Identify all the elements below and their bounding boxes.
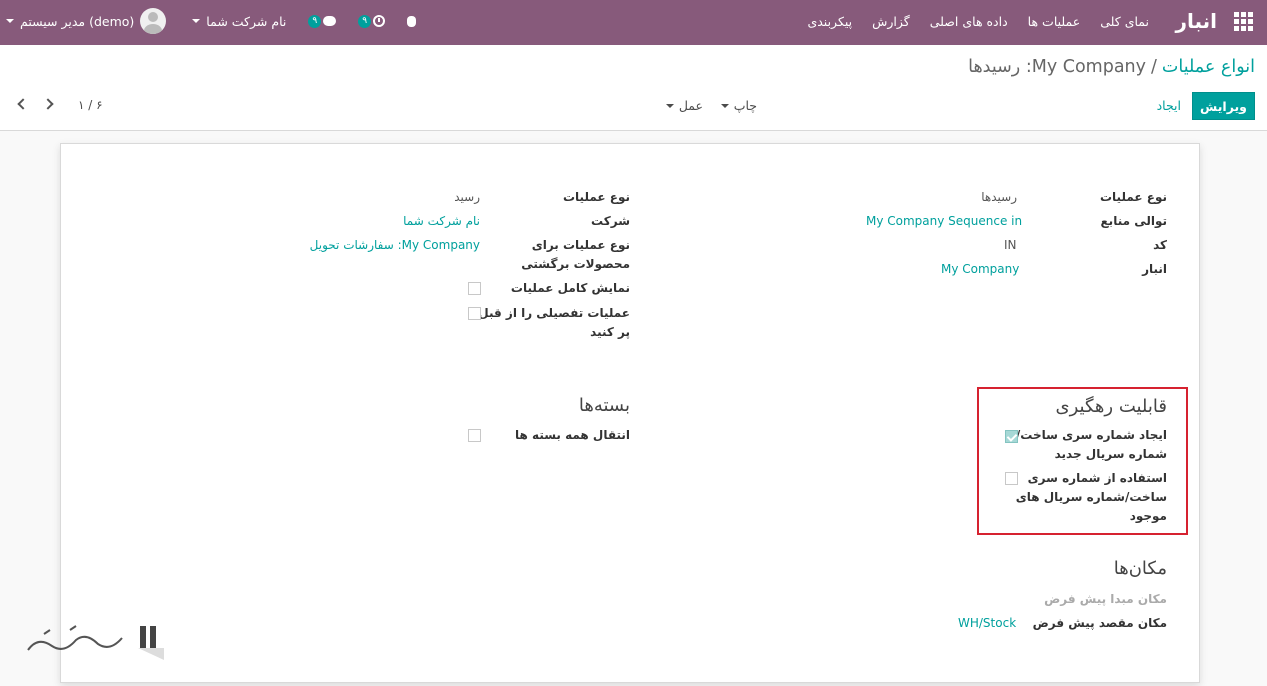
return-type-label-1: نوع عملیات برای [531,238,630,252]
move-all-packages-checkbox[interactable] [468,429,481,442]
print-label: چاپ [733,98,757,113]
show-operations-checkbox[interactable] [468,282,481,295]
type-value: رسید [454,190,480,204]
packages-title: بسته‌ها [578,395,630,416]
pager-value[interactable]: ۱ / ۶ [78,98,103,112]
user-name: مدیر سیستم (demo) [20,13,135,29]
print-dropdown[interactable]: چاپ [720,98,757,113]
traceability-title: قابلیت رهگیری [1055,396,1167,417]
caret-down-icon [720,103,729,108]
op-type-label: نوع عملیات [1099,190,1167,204]
app-title[interactable]: انبار [1175,9,1217,33]
default-destination-link[interactable]: WH/Stock [958,616,1016,630]
company-label: شرکت [591,214,630,228]
default-destination-label: مکان مقصد پیش فرض [1032,616,1167,630]
type-label: نوع عملیات [562,190,630,204]
sequence-label: توالی منابع [1100,214,1167,228]
show-operations-label: نمایش کامل عملیات [510,281,630,295]
return-type-link[interactable]: My Company: سفارشات تحویل [310,238,480,252]
pager-previous-icon[interactable] [14,97,28,111]
use-existing-label-1: استفاده از شماره سری [1027,471,1167,485]
breadcrumb-parent[interactable]: انواع عملیات [1162,57,1255,77]
navbar-systray: مدیر سیستم (demo) نام شرکت شما ۹ ۹ [6,7,417,35]
menu-master-data[interactable]: داده های اصلی [930,14,1008,29]
messages-button[interactable]: ۹ [308,11,337,31]
create-button[interactable]: ایجاد [1157,98,1181,113]
company-switcher[interactable]: نام شرکت شما [192,14,286,29]
pager-next-icon[interactable] [42,97,56,111]
company-name: نام شرکت شما [206,13,287,29]
code-value: IN [1004,238,1017,252]
op-type-value: رسیدها [981,190,1017,204]
prefill-label-1: عملیات تفصیلی را از قبل [478,306,630,320]
caret-down-icon [192,19,201,23]
company-link[interactable]: نام شرکت شما [403,214,480,228]
return-type-label-2: محصولات برگشتی [521,257,630,271]
breadcrumb-separator: / [1151,57,1157,77]
messages-badge: ۹ [308,14,322,28]
locations-title: مکان‌ها [1113,558,1167,579]
prefill-checkbox[interactable] [468,307,481,320]
code-label: کد [1153,238,1167,252]
breadcrumb: انواع عملیات/My Company: رسیدها [968,57,1255,77]
menu-overview[interactable]: نمای کلی [1100,14,1149,29]
edit-button[interactable]: ویرایش [1192,92,1255,120]
action-label: عمل [678,98,703,113]
menu-reporting[interactable]: گزارش [872,14,910,29]
main-menu: نمای کلی عملیات ها داده های اصلی گزارش پ… [807,14,1149,29]
use-existing-label-3: موجود [1129,509,1167,523]
warehouse-label: انبار [1142,262,1167,276]
move-all-packages-label: انتقال همه بسته ها [515,428,630,442]
action-dropdown[interactable]: عمل [665,98,703,113]
create-lots-label-2: شماره سریال جدید [1054,447,1167,461]
chat-icon [323,16,337,26]
warehouse-link[interactable]: My Company [941,262,1019,276]
sequence-link[interactable]: My Company Sequence in [866,214,1022,228]
user-menu[interactable]: مدیر سیستم (demo) [6,8,167,34]
activities-badge: ۹ [358,14,372,28]
use-existing-checkbox[interactable] [1005,472,1018,485]
breadcrumb-current: My Company: رسیدها [968,57,1146,77]
use-existing-label-2: ساخت/شماره سریال های [1015,490,1167,504]
apps-menu-icon[interactable] [1234,12,1253,31]
menu-configuration[interactable]: پیکربندی [807,14,852,29]
top-navbar: انبار نمای کلی عملیات ها داده های اصلی گ… [0,0,1267,45]
watermark-logo [27,625,164,660]
create-lots-label-1: ایجاد شماره سری ساخت/ [1015,428,1167,442]
activities-button[interactable]: ۹ [358,11,386,31]
avatar [140,8,167,34]
caret-down-icon [665,103,674,108]
menu-operations[interactable]: عملیات ها [1028,14,1081,29]
bug-icon [407,15,417,27]
clock-icon [373,15,386,27]
default-source-label: مکان مبدا پیش فرض [1044,592,1167,606]
prefill-label-2: پر کنید [590,325,630,339]
create-lots-checkbox[interactable] [1005,430,1018,443]
debug-button[interactable] [407,11,417,31]
caret-down-icon [6,19,14,23]
